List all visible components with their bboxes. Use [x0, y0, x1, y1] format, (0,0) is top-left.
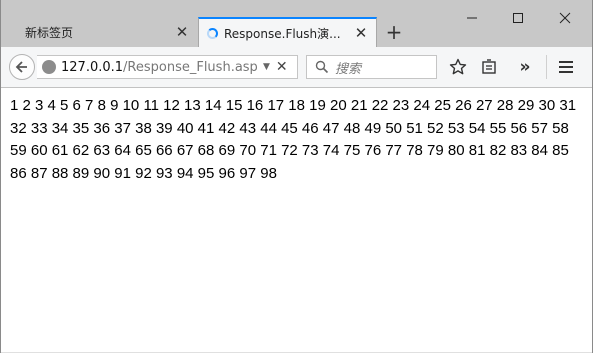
tab-new-tab[interactable]: 新标签页 ✕	[1, 18, 197, 47]
bookmark-star-icon[interactable]	[448, 57, 468, 77]
tab-label: Response.Flush演...	[224, 26, 341, 41]
stop-loading-icon[interactable]: ✕	[276, 59, 288, 75]
minimize-icon[interactable]	[462, 8, 482, 28]
menu-icon[interactable]	[556, 57, 576, 77]
tab-response-flush[interactable]: Response.Flush演... ✕	[198, 17, 377, 47]
close-tab-icon[interactable]: ✕	[354, 25, 368, 40]
back-button[interactable]	[9, 54, 35, 80]
search-box[interactable]: 搜索	[306, 55, 437, 79]
nav-toolbar: 127.0.0.1/Response_Flush.asp ▼ ✕ 搜索 »	[1, 47, 592, 88]
close-icon[interactable]	[555, 8, 575, 28]
url-text[interactable]: 127.0.0.1/Response_Flush.asp	[61, 60, 261, 75]
url-path: /Response_Flush.asp	[123, 59, 258, 75]
reading-list-icon[interactable]	[479, 57, 499, 77]
address-bar[interactable]: 127.0.0.1/Response_Flush.asp ▼ ✕	[37, 55, 298, 79]
page-content-numbers: 1 2 3 4 5 6 7 8 9 10 11 12 13 14 15 16 1…	[10, 97, 577, 182]
history-dropdown-icon[interactable]: ▼	[263, 62, 270, 72]
url-host: 127.0.0.1	[61, 59, 124, 75]
maximize-icon[interactable]	[508, 8, 528, 28]
close-tab-icon[interactable]: ✕	[175, 24, 189, 39]
browser-window: 新标签页 ✕ Response.Flush演... ✕ + 127.0.0.1/…	[0, 0, 593, 353]
toolbar-separator	[546, 55, 547, 79]
back-icon	[15, 61, 27, 73]
search-placeholder: 搜索	[335, 61, 362, 77]
new-tab-button[interactable]: +	[384, 20, 404, 44]
tab-label: 新标签页	[25, 26, 74, 40]
globe-icon	[42, 60, 56, 74]
search-icon	[315, 60, 329, 74]
tab-bar: 新标签页 ✕ Response.Flush演... ✕ +	[1, 0, 592, 47]
loading-spinner-icon	[207, 27, 218, 39]
overflow-chevron-icon[interactable]: »	[515, 57, 535, 77]
